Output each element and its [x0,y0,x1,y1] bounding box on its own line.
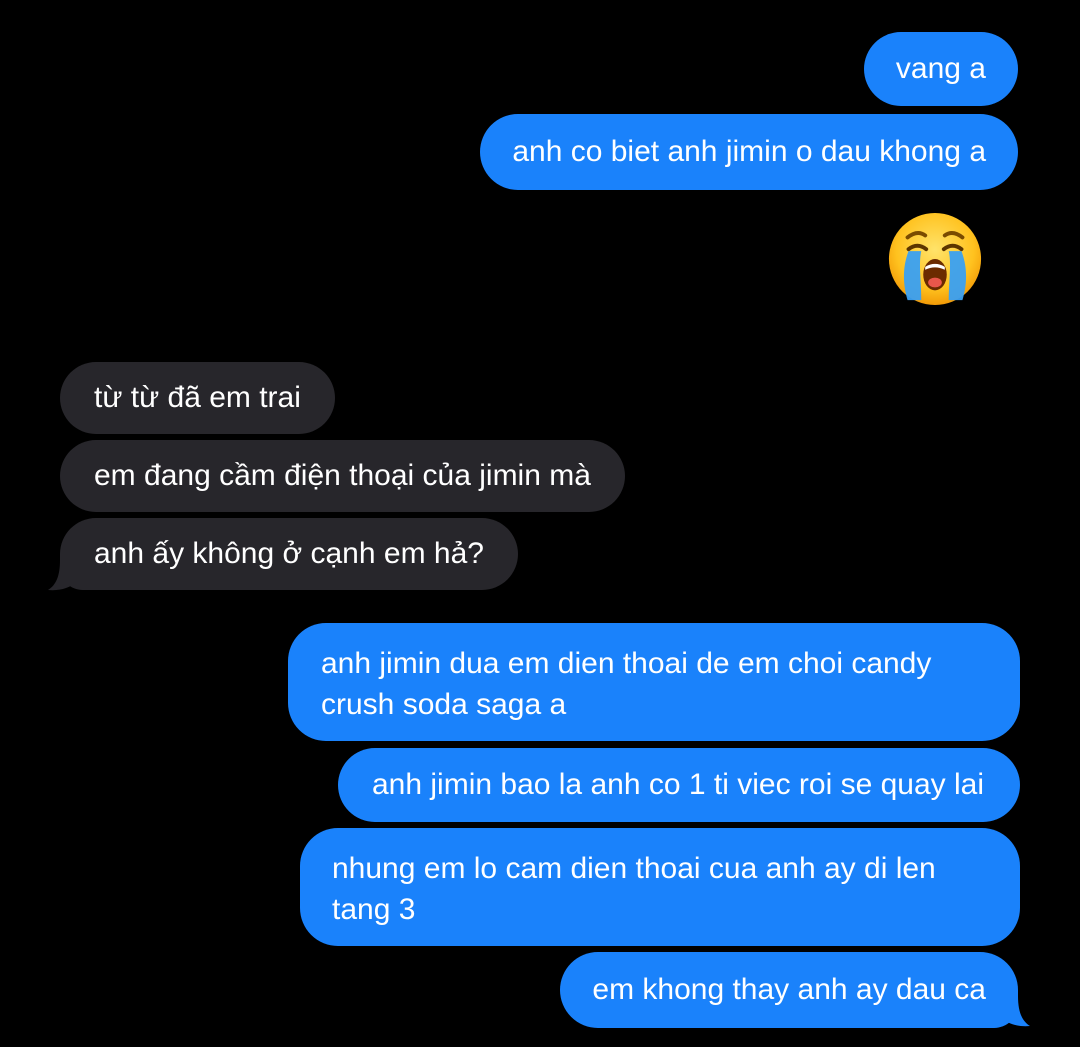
received-message-bubble[interactable]: từ từ đã em trai [60,362,335,434]
sent-message-bubble[interactable]: vang a [863,32,1018,106]
message-text: anh jimin bao la anh co 1 ti viec roi se… [371,768,984,801]
bubble-tail-icon [1002,996,1030,1027]
message-text: vang a [895,52,986,85]
message-text: em khong thay anh ay dau ca [592,973,986,1006]
loudly-crying-face-emoji[interactable] [886,210,984,308]
loudly-crying-face-icon [888,212,982,306]
sent-message-bubble[interactable]: anh jimin bao la anh co 1 ti viec roi se… [337,748,1020,822]
received-message-bubble[interactable]: anh ấy không ở cạnh em hả? [60,518,518,590]
message-text: em đang cầm điện thoại của jimin mà [94,459,591,492]
received-message-bubble[interactable]: em đang cầm điện thoại của jimin mà [60,440,625,512]
message-text: nhung em lo cam dien thoai cua anh ay di… [332,852,936,926]
message-text: anh ấy không ở cạnh em hả? [94,537,484,570]
bubble-tail-icon [48,560,76,591]
sent-message-bubble[interactable]: anh jimin dua em dien thoai de em choi c… [288,623,1020,741]
sent-message-bubble[interactable]: em khong thay anh ay dau ca [560,952,1018,1028]
message-text: anh co biet anh jimin o dau khong a [512,135,986,168]
sent-message-bubble[interactable]: anh co biet anh jimin o dau khong a [480,114,1018,190]
message-text: anh jimin dua em dien thoai de em choi c… [321,647,932,721]
message-text: từ từ đã em trai [94,381,301,414]
sent-message-bubble[interactable]: nhung em lo cam dien thoai cua anh ay di… [300,828,1020,946]
